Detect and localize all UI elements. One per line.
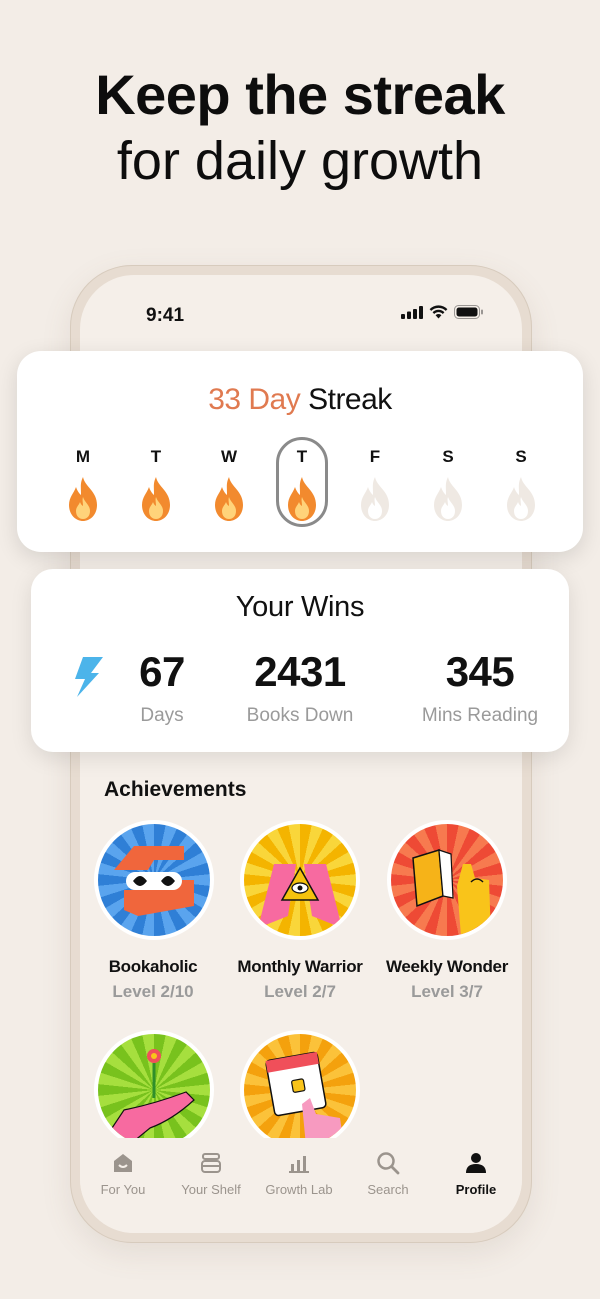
tab-label-profile: Profile [455, 1182, 497, 1197]
streak-day-1: T [130, 437, 182, 527]
flame-icon [142, 477, 170, 521]
shelf-icon [201, 1153, 221, 1173]
wins-card: Your Wins 67 Days 2431 Books Down 345 Mi… [31, 569, 569, 752]
streak-days: MTWTFSS [57, 437, 547, 527]
headline-line-1: Keep the streak [95, 63, 505, 126]
status-time: 9:41 [146, 305, 185, 326]
streak-day-4: F [349, 437, 401, 527]
wins-title: Your Wins [235, 591, 365, 623]
stat-days: 67 Days [75, 647, 215, 727]
flame-icon [69, 477, 97, 521]
streak-day-letter: M [75, 447, 91, 466]
badge-bookaholic[interactable] [94, 820, 214, 940]
stat-days-value: 67 [75, 647, 215, 697]
flower-hand-icon [107, 1049, 195, 1146]
chart-icon [289, 1156, 309, 1173]
tab-your-shelf[interactable]: Your Shelf [166, 1148, 256, 1197]
flame-inactive-icon [361, 477, 389, 521]
battery-icon [454, 305, 483, 319]
badge-level-bookaholic: Level 2/10 [112, 982, 194, 1001]
tab-bar: For You Your Shelf Growth Lab Search Pro… [80, 1138, 522, 1233]
search-icon [377, 1152, 400, 1175]
streak-day-letter: F [369, 447, 381, 466]
badge-name-weekly-wonder: Weekly Wonder [385, 957, 509, 976]
streak-day-letter: S [515, 447, 527, 466]
tab-label-search: Search [367, 1182, 409, 1197]
streak-day-letter: T [150, 447, 162, 466]
eyes-hands-icon [114, 846, 194, 916]
streak-title: 33 Day Streak [17, 383, 583, 417]
tab-profile[interactable]: Profile [431, 1148, 521, 1197]
streak-day-6: S [495, 437, 547, 527]
headline-line-2: for daily growth [116, 131, 484, 191]
streak-day-3: T [276, 437, 328, 527]
triangle-eye-icon [258, 864, 342, 928]
streak-suffix: Streak [308, 383, 392, 416]
status-icons [401, 305, 484, 319]
streak-day-2: W [203, 437, 255, 527]
flame-inactive-icon [434, 477, 462, 521]
flame-icon [288, 477, 316, 521]
stat-books-value: 2431 [254, 648, 346, 695]
tab-search[interactable]: Search [343, 1148, 433, 1197]
book-hand-icon [412, 849, 491, 936]
flame-icon [215, 477, 243, 521]
lightning-icon [75, 657, 103, 697]
tab-growth-lab[interactable]: Growth Lab [254, 1148, 344, 1197]
signal-icon [401, 305, 423, 319]
tab-for-you[interactable]: For You [78, 1148, 168, 1197]
tab-label-for-you: For You [100, 1182, 146, 1197]
stat-mins-label: Mins Reading [421, 705, 539, 726]
stat-books-label: Books Down [246, 705, 354, 726]
stat-mins-value: 345 [445, 648, 515, 695]
stat-days-label: Days [140, 705, 184, 726]
badge-level-monthly-warrior: Level 2/7 [264, 982, 336, 1001]
flame-inactive-icon [507, 477, 535, 521]
badge-name-monthly-warrior: Monthly Warrior [237, 957, 363, 976]
achievements-title: Achievements [104, 778, 247, 801]
badge-monthly-warrior[interactable] [240, 820, 360, 940]
wifi-icon [429, 305, 448, 319]
streak-card: 33 Day Streak M T W T F S S [17, 351, 583, 552]
streak-day-letter: W [220, 447, 238, 466]
streak-day-5: S [422, 437, 474, 527]
streak-count: 33 Day [208, 383, 301, 416]
badge-level-weekly-wonder: Level 3/7 [411, 982, 483, 1001]
profile-icon [466, 1153, 486, 1173]
home-icon [114, 1154, 132, 1172]
streak-day-letter: T [296, 447, 308, 466]
calendar-hand-icon [265, 1051, 344, 1146]
tab-label-your-shelf: Your Shelf [181, 1182, 241, 1197]
badge-flower[interactable] [94, 1030, 214, 1150]
tab-label-growth-lab: Growth Lab [265, 1182, 333, 1197]
stat-mins: 345 Mins Reading [405, 647, 555, 727]
badge-calendar[interactable] [240, 1030, 360, 1150]
badge-name-bookaholic: Bookaholic [108, 957, 198, 976]
headline: Keep the streak for daily growth [0, 62, 600, 194]
streak-day-letter: S [442, 447, 454, 466]
stat-books: 2431 Books Down [230, 647, 370, 727]
streak-day-0: M [57, 437, 109, 527]
badge-weekly-wonder[interactable] [387, 820, 507, 940]
